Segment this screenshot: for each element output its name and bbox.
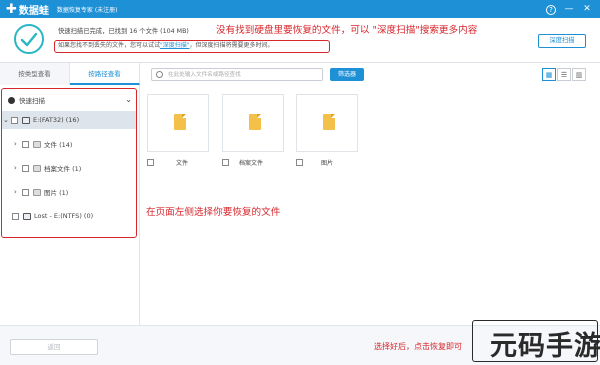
tree-item-label: 图片 (1) [44, 189, 69, 197]
watermark-logo: 元码手游网 [470, 316, 600, 365]
search-icon [156, 71, 163, 78]
chevron-down-icon[interactable]: ⌄ [125, 95, 132, 104]
suggestion-prefix: 如果您找不到丢失的文件，您可以试试 [58, 42, 161, 49]
checkbox[interactable] [11, 116, 18, 124]
checkbox[interactable] [147, 159, 154, 166]
back-button[interactable]: 返回 [10, 339, 98, 355]
annotation-top: 没有找到硬盘里要恢复的文件，可以 "深度扫描"搜索更多内容 [216, 25, 478, 36]
checkbox[interactable] [12, 212, 19, 220]
window-controls: ? — ✕ [542, 2, 596, 16]
deep-scan-link[interactable]: "深度扫描" [160, 42, 190, 49]
file-tree: 快速扫描 ⌄ ⌄ E:(FAT32) (16) › 文件 (14) › 档案文件… [1, 88, 137, 238]
title-bar: ✚ 数据蛙 数据恢复专家 (未注册) ? — ✕ [0, 0, 600, 18]
checkbox[interactable] [296, 159, 303, 166]
close-button[interactable]: ✕ [578, 2, 596, 16]
deep-scan-button[interactable]: 深度扫描 [538, 34, 586, 48]
logo-plus-icon: ✚ [6, 1, 17, 17]
file-card[interactable]: 档案文件 [222, 94, 284, 167]
tree-item-label: 档案文件 (1) [44, 165, 82, 173]
file-card[interactable]: 图片 [296, 94, 358, 167]
tree-item-label: Lost - E:(NTFS) (0) [34, 212, 94, 220]
tree-item-archives[interactable]: › 档案文件 (1) [2, 159, 136, 177]
expand-arrow-icon[interactable]: › [14, 164, 22, 172]
checkbox[interactable] [222, 159, 229, 166]
help-icon: ? [546, 4, 556, 15]
archive-icon [33, 164, 41, 172]
minimize-button[interactable]: — [560, 2, 578, 16]
expand-arrow-icon[interactable]: ⌄ [3, 116, 11, 124]
annotation-middle: 在页面左侧选择你要恢复的文件 [146, 207, 281, 218]
drive-icon [22, 116, 30, 124]
checkbox[interactable] [22, 188, 29, 196]
expand-arrow-icon[interactable]: › [14, 188, 22, 196]
app-logo: ✚ 数据蛙 数据恢复专家 (未注册) [0, 2, 118, 17]
file-thumbnail[interactable] [147, 94, 209, 152]
file-card-label: 图片 [321, 160, 334, 167]
left-panel: 快速扫描 ⌄ ⌄ E:(FAT32) (16) › 文件 (14) › 档案文件… [0, 85, 140, 325]
image-icon [33, 188, 41, 196]
help-button[interactable]: ? [542, 2, 560, 16]
file-card-label: 档案文件 [239, 160, 264, 167]
tree-item-label: E:(FAT32) (16) [33, 116, 80, 124]
detail-view-icon[interactable]: ▥ [572, 68, 586, 81]
checkbox[interactable] [22, 164, 29, 172]
document-icon [33, 140, 41, 148]
app-title: 数据恢复专家 (未注册) [56, 6, 118, 14]
filter-button[interactable]: 筛选器 [330, 68, 364, 81]
search-input[interactable]: 在此处输入文件名或路径查找 [151, 68, 323, 81]
tab-by-path[interactable]: 按路径查看 [70, 63, 140, 85]
tree-header-quick-scan[interactable]: 快速扫描 ⌄ [2, 91, 136, 109]
scan-status-header: 快速扫描已完成，已找到 16 个文件 (104 MB) 如果您找不到丢失的文件，… [0, 18, 600, 62]
folder-icon [249, 114, 261, 130]
list-view-icon[interactable]: ☰ [557, 68, 571, 81]
view-tabs: 按类型查看 按路径查看 [0, 63, 140, 85]
tree-item-images[interactable]: › 图片 (1) [2, 183, 136, 201]
annotation-bottom: 选择好后，点击恢复即可 [374, 342, 462, 351]
file-card[interactable]: 文件 [147, 94, 209, 167]
tree-item-drive-e[interactable]: ⌄ E:(FAT32) (16) [2, 111, 136, 129]
file-card-label: 文件 [176, 160, 189, 167]
radio-icon[interactable] [8, 96, 15, 104]
file-thumbnail[interactable] [296, 94, 358, 152]
logo-text: 数据蛙 [18, 5, 49, 17]
view-mode-switch: ▦ ☰ ▥ [541, 68, 586, 81]
drive-icon [23, 212, 31, 220]
folder-icon [323, 114, 335, 130]
grid-view-icon[interactable]: ▦ [542, 68, 556, 81]
folder-icon [174, 114, 186, 130]
scan-complete-text: 快速扫描已完成，已找到 16 个文件 (104 MB) [58, 28, 189, 35]
tree-header-label: 快速扫描 [19, 97, 45, 105]
file-thumbnail[interactable] [222, 94, 284, 152]
checkbox[interactable] [22, 140, 29, 148]
watermark-text: 元码手游网 [490, 331, 600, 362]
tree-item-lost-drive[interactable]: Lost - E:(NTFS) (0) [2, 207, 136, 225]
search-placeholder: 在此处输入文件名或路径查找 [168, 72, 241, 78]
deep-scan-suggestion: 如果您找不到丢失的文件，您可以试试"深度扫描"，但深度扫描将需要更多时间。 [54, 40, 330, 53]
suggestion-suffix: ，但深度扫描将需要更多时间。 [189, 42, 274, 49]
expand-arrow-icon[interactable]: › [14, 140, 22, 148]
tree-item-documents[interactable]: › 文件 (14) [2, 135, 136, 153]
tab-by-type[interactable]: 按类型查看 [0, 63, 70, 85]
checkmark-icon [14, 24, 44, 54]
tree-item-label: 文件 (14) [44, 141, 73, 149]
